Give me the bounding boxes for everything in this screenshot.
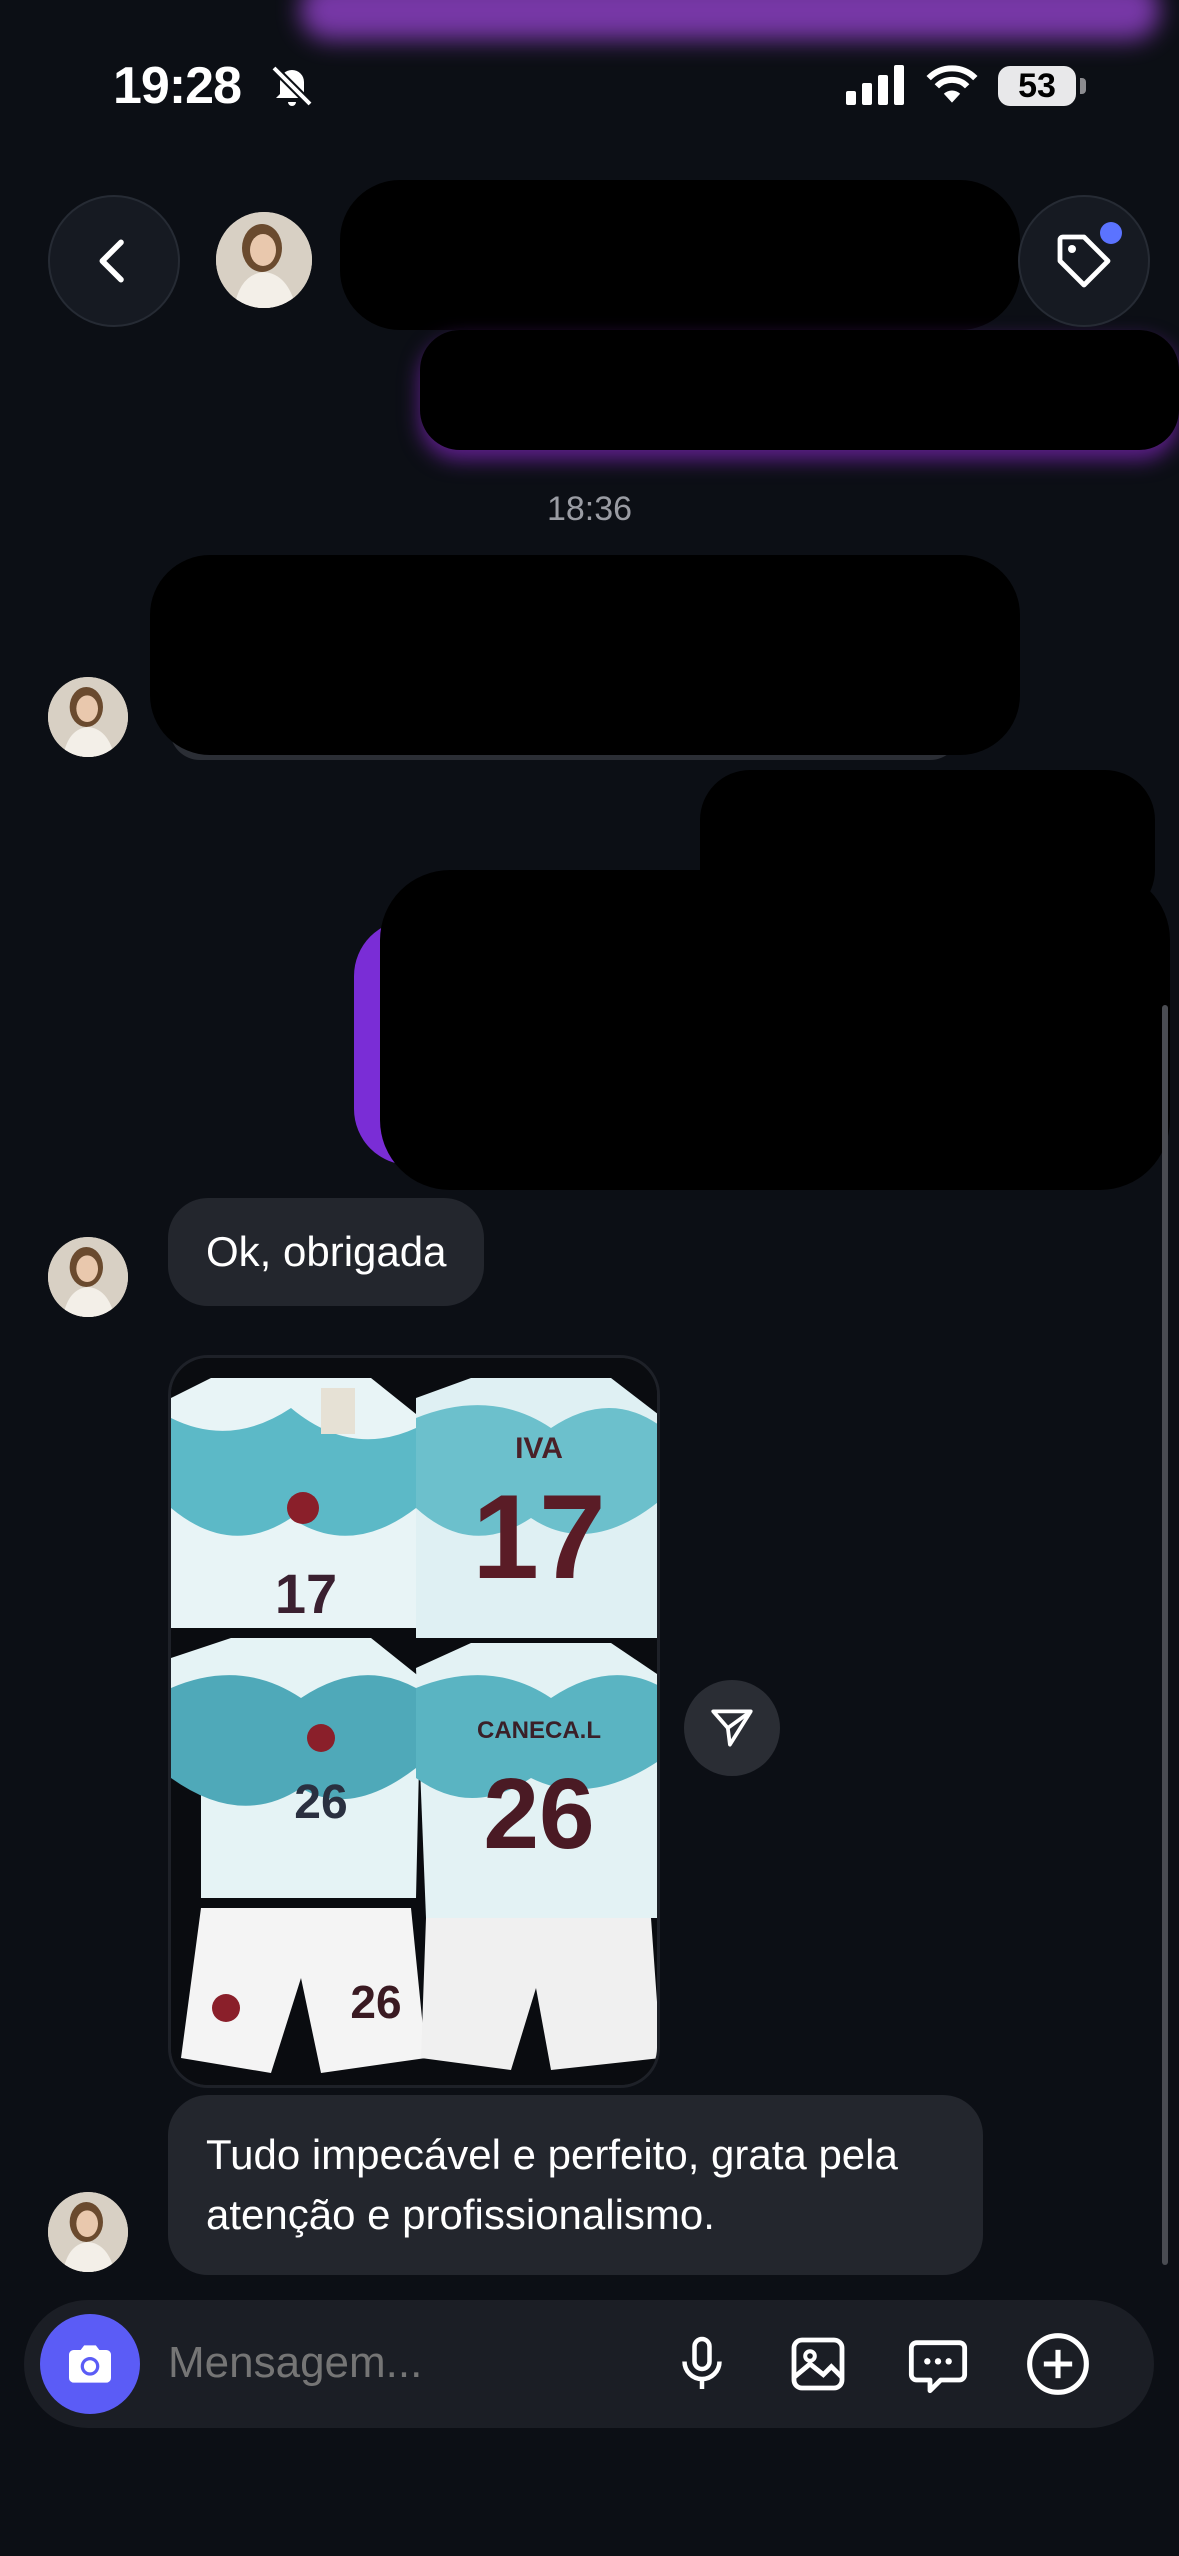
redacted-contact-name xyxy=(340,180,1020,330)
signal-icon xyxy=(846,65,904,105)
plus-button[interactable] xyxy=(1020,2326,1096,2402)
camera-button[interactable] xyxy=(40,2314,140,2414)
chat-header xyxy=(0,180,1179,450)
back-button[interactable] xyxy=(48,195,180,327)
svg-text:17: 17 xyxy=(472,1470,605,1604)
battery-indicator: 53 xyxy=(998,66,1076,106)
notification-dot xyxy=(1100,222,1122,244)
plus-circle-icon xyxy=(1027,2333,1089,2395)
avatar-photo xyxy=(48,1237,128,1317)
incoming-message[interactable]: Tudo impecável e perfeito, grata pela at… xyxy=(168,2095,983,2275)
microphone-icon xyxy=(682,2336,722,2389)
contact-avatar[interactable] xyxy=(216,212,312,308)
battery-tip xyxy=(1080,78,1086,94)
gallery-button[interactable] xyxy=(780,2326,856,2402)
microphone-button[interactable] xyxy=(664,2326,740,2402)
photo-message[interactable]: IVA 17 17 26 CANECA.L 26 26 xyxy=(168,1355,660,2088)
wifi-icon xyxy=(926,65,978,103)
redacted-message xyxy=(380,870,1170,1190)
share-button[interactable] xyxy=(684,1680,780,1776)
tag-button[interactable] xyxy=(1018,195,1150,327)
chat-bubble-icon xyxy=(908,2340,968,2394)
send-icon xyxy=(711,1709,753,1747)
message-composer xyxy=(24,2300,1154,2428)
message-timestamp: 18:36 xyxy=(546,490,633,528)
incoming-message[interactable]: Ok, obrigada xyxy=(168,1198,485,1306)
avatar-photo xyxy=(48,2192,128,2272)
sticker-button[interactable] xyxy=(900,2326,976,2402)
svg-text:26: 26 xyxy=(350,1976,401,2028)
jerseys-photo: IVA 17 17 26 CANECA.L 26 26 xyxy=(171,1358,657,2085)
avatar-photo xyxy=(216,212,312,308)
redacted-message xyxy=(150,555,1020,755)
status-bar: 19:28 53 xyxy=(0,0,1179,160)
svg-text:26: 26 xyxy=(483,1758,594,1870)
status-time: 19:28 xyxy=(113,57,242,115)
price-tag xyxy=(321,1388,355,1434)
chevron-left-icon xyxy=(99,239,124,283)
camera-icon xyxy=(69,2345,111,2383)
contact-avatar-small[interactable] xyxy=(48,1237,128,1317)
scrollbar[interactable] xyxy=(1162,1005,1168,2265)
contact-avatar-small[interactable] xyxy=(48,677,128,757)
image-icon xyxy=(791,2337,845,2391)
svg-text:17: 17 xyxy=(275,1562,337,1625)
svg-text:26: 26 xyxy=(294,1776,347,1829)
svg-text:CANECA.L: CANECA.L xyxy=(477,1717,601,1744)
battery-level: 53 xyxy=(1018,66,1056,105)
message-input[interactable] xyxy=(168,2338,588,2388)
bell-muted-icon xyxy=(271,65,313,107)
redacted-banner xyxy=(420,330,1179,450)
contact-avatar-small[interactable] xyxy=(48,2192,128,2272)
svg-text:IVA: IVA xyxy=(515,1432,563,1465)
avatar-photo xyxy=(48,677,128,757)
